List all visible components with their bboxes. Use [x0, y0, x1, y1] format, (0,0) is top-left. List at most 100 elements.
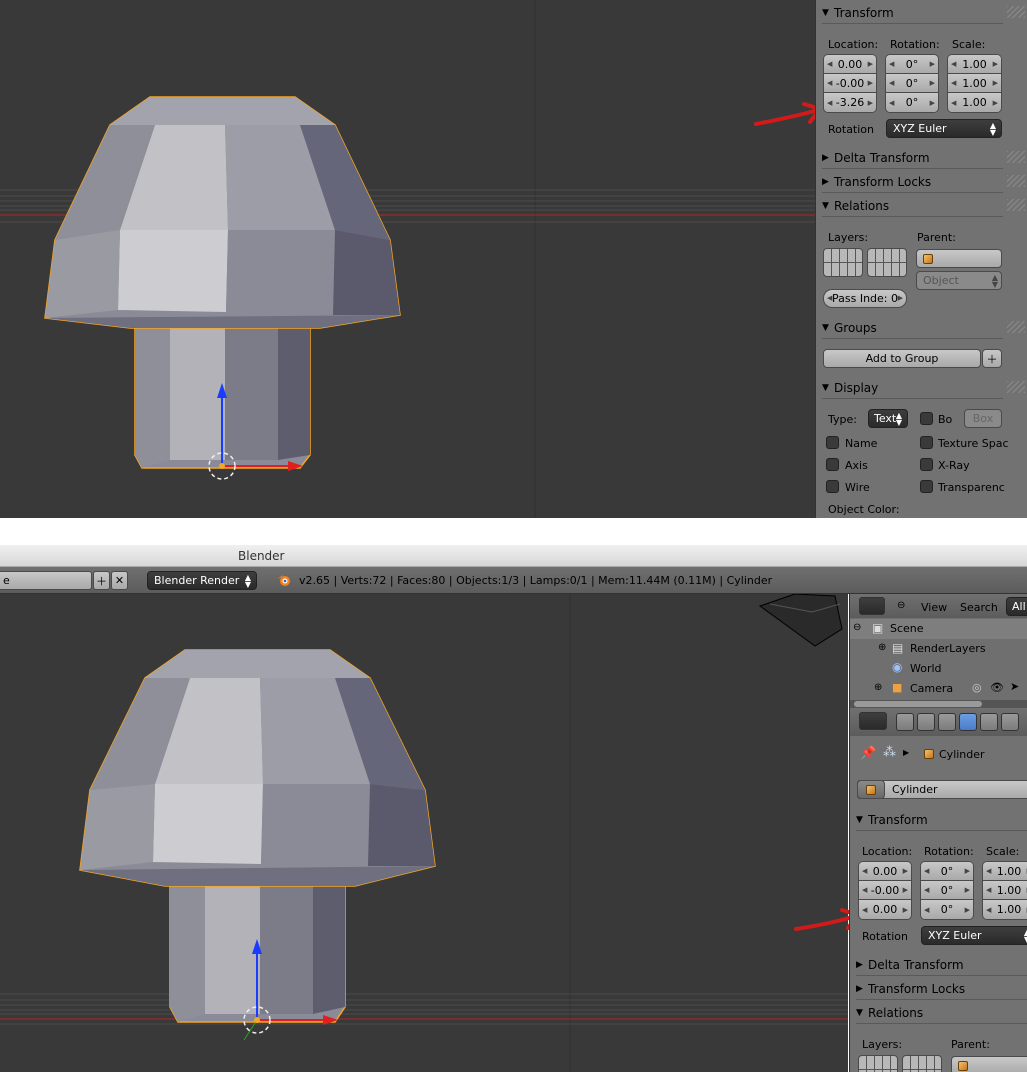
object-tab-icon[interactable] — [959, 713, 977, 731]
bottom-delta-transform-header[interactable]: ▶ Delta Transform — [856, 954, 1027, 976]
top-bounds-label: Bo — [938, 413, 953, 426]
top-3d-viewport[interactable] — [0, 0, 815, 518]
top-display-type-select[interactable]: Text ▲ ▼ — [868, 409, 908, 428]
top-transform-title: Transform — [834, 5, 894, 20]
top-texture-space-checkbox[interactable] — [920, 436, 933, 449]
drag-grip-icon[interactable] — [1007, 381, 1025, 393]
updown-arrows-icon: ▲▼ — [244, 573, 251, 589]
drag-grip-icon[interactable] — [1007, 151, 1025, 163]
top-rotation-x[interactable]: ◀ 0° ▶ — [886, 55, 938, 74]
bottom-scale-x[interactable]: ◀1.00▶ — [983, 862, 1027, 881]
bottom-rotation-y[interactable]: ◀ 0° ▶ — [921, 881, 973, 900]
bottom-scene-field[interactable]: e — [0, 571, 92, 590]
bottom-parent-field[interactable] — [951, 1056, 1027, 1072]
bottom-layers-grid-a[interactable] — [858, 1055, 898, 1072]
top-location-z[interactable]: ◀ -3.26 ▶ — [824, 93, 876, 112]
top-transform-header[interactable]: ▼ Transform — [822, 2, 1003, 24]
top-relations-header[interactable]: ▼ Relations — [822, 195, 1003, 217]
top-layers-grid-a[interactable] — [823, 248, 863, 277]
bottom-transform-locks-header[interactable]: ▶ Transform Locks — [856, 978, 1027, 1000]
top-name-checkbox[interactable] — [826, 436, 839, 449]
top-xray-checkbox[interactable] — [920, 458, 933, 471]
outliner-collapse-icon[interactable]: ⊖ — [897, 600, 905, 611]
bottom-rotation-x[interactable]: ◀ 0° ▶ — [921, 862, 973, 881]
bottom-location-z[interactable]: ◀ 0.00 ▶ — [859, 900, 911, 919]
bottom-3d-viewport[interactable] — [0, 594, 848, 1072]
top-location-x[interactable]: ◀ 0.00 ▶ — [824, 55, 876, 74]
top-properties-panel: ▼ Transform Location: Rotation: Scale: ◀… — [815, 0, 1027, 518]
outliner-row-world[interactable]: ◉ World — [850, 659, 1027, 679]
modifiers-tab-icon[interactable] — [1001, 713, 1019, 731]
bottom-scale-y[interactable]: ◀1.00▶ — [983, 881, 1027, 900]
object-cube-icon — [866, 784, 876, 795]
expand-plus-icon[interactable]: ⊕ — [874, 682, 882, 693]
bottom-layers-grid-b[interactable] — [902, 1055, 942, 1072]
top-scale-z[interactable]: ◀ 1.00 ▶ — [948, 93, 1001, 112]
bottom-rotation-label: Rotation: — [924, 845, 974, 858]
top-layers-grid-b[interactable] — [867, 248, 907, 277]
top-parent-field[interactable] — [916, 249, 1002, 268]
outliner-row-renderlayers[interactable]: ⊕ ▤ RenderLayers — [850, 639, 1027, 659]
outliner-search-menu[interactable]: Search — [960, 601, 998, 614]
drag-grip-icon[interactable] — [1007, 175, 1025, 187]
bottom-scene-remove-icon[interactable]: ✕ — [111, 571, 128, 590]
world-tab-icon[interactable] — [938, 713, 956, 731]
top-parent-type-select[interactable]: Object ▲ ▼ — [916, 271, 1002, 290]
object-datablock-browse-icon[interactable] — [857, 780, 885, 799]
outliner-filter-select[interactable]: All — [1006, 597, 1027, 616]
bottom-location-y[interactable]: ◀ -0.00 ▶ — [859, 881, 911, 900]
top-bounds-checkbox[interactable] — [920, 412, 933, 425]
top-display-header[interactable]: ▼ Display — [822, 377, 1003, 399]
restrict-render-icon[interactable]: ◎ — [972, 681, 982, 694]
bottom-properties-panel: 📌 ⁂ ▶ Cylinder Cylinder ▼ Transform Loca… — [849, 708, 1027, 1072]
bottom-render-engine-select[interactable]: Blender Render ▲ ▼ — [147, 571, 257, 590]
top-transparency-checkbox[interactable] — [920, 480, 933, 493]
top-transform-locks-header[interactable]: ▶ Transform Locks — [822, 171, 1003, 193]
outliner-row-scene[interactable]: ⊖ ▣ Scene — [850, 619, 1027, 639]
bottom-relations-header[interactable]: ▼ Relations — [856, 1002, 1027, 1024]
top-rotation-mode-select[interactable]: XYZ Euler ▲ ▼ — [886, 119, 1002, 138]
top-add-group-plus-icon[interactable]: ＋ — [982, 349, 1002, 368]
drag-grip-icon[interactable] — [1007, 199, 1025, 211]
bottom-location-x[interactable]: ◀ 0.00 ▶ — [859, 862, 911, 881]
outliner-scrollbar[interactable] — [850, 700, 1027, 708]
top-scale-y[interactable]: ◀ 1.00 ▶ — [948, 74, 1001, 93]
top-wire-check-label: Wire — [845, 481, 870, 494]
constraints-tab-icon[interactable] — [980, 713, 998, 731]
top-groups-header[interactable]: ▼ Groups — [822, 317, 1003, 339]
top-location-y[interactable]: ◀ -0.00 ▶ — [824, 74, 876, 93]
top-axis-checkbox[interactable] — [826, 458, 839, 471]
pin-icon[interactable]: 📌 — [860, 746, 876, 761]
top-xray-label: X-Ray — [938, 459, 970, 472]
context-scene-icon: ⁂ — [883, 745, 896, 760]
top-rotation-z[interactable]: ◀ 0° ▶ — [886, 93, 938, 112]
drag-grip-icon[interactable] — [1007, 6, 1025, 18]
bottom-location-fields: ◀ 0.00 ▶ ◀ -0.00 ▶ ◀ 0.00 ▶ — [858, 861, 912, 920]
top-scale-fields: ◀ 1.00 ▶ ◀ 1.00 ▶ ◀ 1.00 ▶ — [947, 54, 1002, 113]
bottom-transform-header[interactable]: ▼ Transform — [856, 809, 1027, 831]
top-add-to-group-button[interactable]: Add to Group — [823, 349, 981, 368]
drag-grip-icon[interactable] — [1007, 321, 1025, 333]
camera-icon: ■ — [892, 681, 903, 694]
bottom-rotation-mode-select[interactable]: XYZ Euler ▲▼ — [921, 926, 1027, 945]
expand-minus-icon[interactable]: ⊖ — [853, 622, 861, 633]
top-delta-transform-header[interactable]: ▶ Delta Transform — [822, 147, 1003, 169]
top-bounds-type-select[interactable]: Box — [964, 409, 1002, 428]
outliner-row-camera[interactable]: ⊕ ■ Camera ◎ 👁 ➤ — [850, 679, 1027, 699]
render-tab-icon[interactable] — [896, 713, 914, 731]
top-pass-index-field[interactable]: ◀ Pass Inde: 0 ▶ — [823, 289, 907, 308]
bottom-scene-add-icon[interactable]: ＋ — [93, 571, 110, 590]
expand-plus-icon[interactable]: ⊕ — [878, 642, 886, 653]
top-wire-checkbox[interactable] — [826, 480, 839, 493]
top-scale-x[interactable]: ◀ 1.00 ▶ — [948, 55, 1001, 74]
properties-editor-type-icon[interactable] — [859, 712, 887, 730]
expand-triangle-icon: ▼ — [822, 382, 829, 393]
object-cube-icon — [958, 1060, 968, 1071]
top-rotation-y[interactable]: ◀ 0° ▶ — [886, 74, 938, 93]
visibility-eye-icon[interactable]: 👁 — [990, 681, 1004, 694]
outliner-display-mode-icon[interactable] — [859, 597, 885, 615]
bottom-rotation-z[interactable]: ◀ 0° ▶ — [921, 900, 973, 919]
scene-tab-icon[interactable] — [917, 713, 935, 731]
outliner-view-menu[interactable]: View — [921, 601, 947, 614]
bottom-scale-z[interactable]: ◀1.00▶ — [983, 900, 1027, 919]
